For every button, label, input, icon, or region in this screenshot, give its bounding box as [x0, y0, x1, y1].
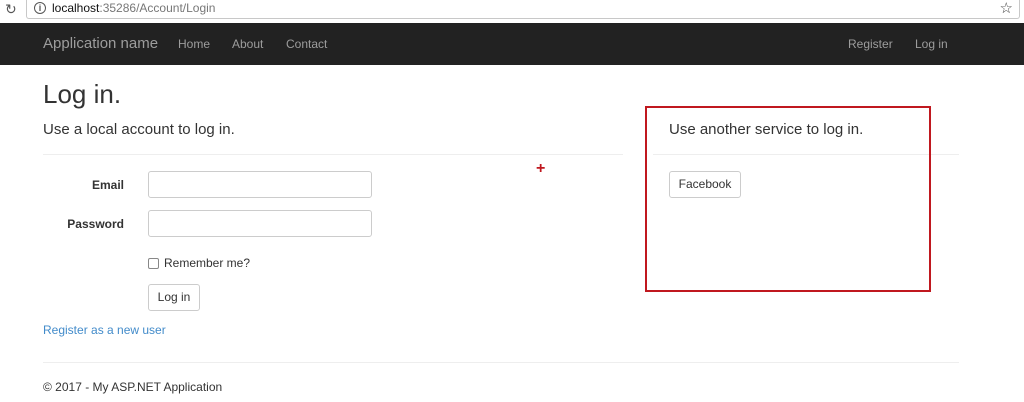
highlight-box	[645, 106, 931, 292]
local-divider	[43, 154, 623, 155]
login-button[interactable]: Log in	[148, 284, 200, 311]
url-field[interactable]: i localhost:35286/Account/Login ☆	[26, 0, 1020, 19]
email-label: Email	[91, 178, 124, 192]
password-label: Password	[67, 217, 124, 231]
remember-me-checkbox[interactable]	[148, 258, 159, 269]
register-new-user-link[interactable]: Register as a new user	[43, 323, 166, 338]
plus-marker-icon: +	[536, 160, 546, 177]
nav-contact-link[interactable]: Contact	[286, 37, 327, 52]
password-field[interactable]	[148, 210, 372, 237]
url-text: localhost:35286/Account/Login	[52, 1, 215, 16]
url-path: :35286/Account/Login	[99, 1, 216, 15]
nav-login-link[interactable]: Log in	[915, 37, 948, 52]
footer-divider	[43, 362, 959, 363]
footer-text: © 2017 - My ASP.NET Application	[43, 380, 223, 394]
star-icon[interactable]: ☆	[1000, 0, 1013, 17]
browser-address-bar: ↻ i localhost:35286/Account/Login ☆	[0, 0, 1024, 20]
brand-link[interactable]: Application name	[43, 35, 158, 53]
reload-icon[interactable]: ↻	[5, 1, 19, 17]
nav-register-link[interactable]: Register	[848, 37, 893, 52]
info-icon[interactable]: i	[34, 2, 46, 14]
email-field[interactable]	[148, 171, 372, 198]
nav-about-link[interactable]: About	[232, 37, 263, 52]
remember-me-label[interactable]: Remember me?	[164, 256, 250, 271]
page-title: Log in.	[43, 79, 122, 109]
nav-home-link[interactable]: Home	[178, 37, 210, 52]
url-host: localhost	[52, 1, 100, 15]
navbar: Application name Home About Contact Regi…	[0, 23, 1024, 65]
local-account-heading: Use a local account to log in.	[43, 121, 235, 138]
